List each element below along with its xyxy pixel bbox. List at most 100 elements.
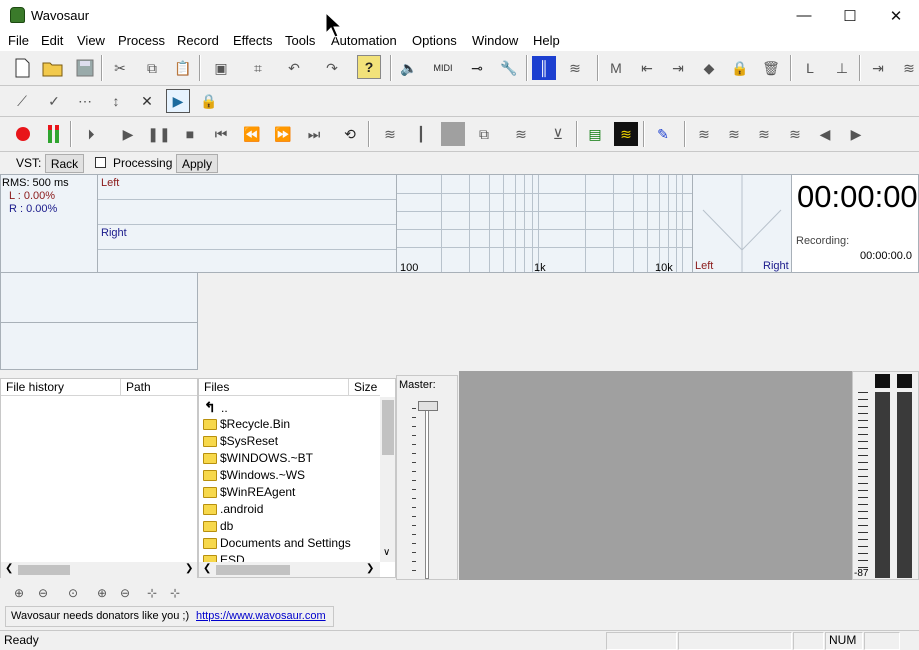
play-icon[interactable]: ▶ xyxy=(116,122,140,146)
check-icon[interactable]: ✓ xyxy=(42,89,66,113)
path-column[interactable]: Path xyxy=(121,379,197,396)
file-item[interactable]: $SysReset xyxy=(220,434,278,448)
donate-link[interactable]: https://www.wavosaur.com xyxy=(196,610,326,622)
file-history-column[interactable]: File history xyxy=(1,379,121,396)
silence-icon[interactable] xyxy=(441,122,465,146)
file-item[interactable]: $Windows.~WS xyxy=(220,468,305,482)
cut-icon[interactable]: ✂ xyxy=(108,56,132,80)
automation-lock-icon[interactable]: 🔒 xyxy=(197,89,221,113)
copy-region-icon[interactable]: ⧉ xyxy=(472,122,496,146)
undo-icon[interactable]: ↶ xyxy=(282,56,306,80)
record-button[interactable] xyxy=(11,122,35,146)
go-end-icon[interactable]: ⏭ xyxy=(302,122,326,146)
threshold-icon[interactable]: ⊻ xyxy=(546,122,570,146)
menu-view[interactable]: View xyxy=(77,33,105,48)
fade-in-icon[interactable]: ◀ xyxy=(813,122,837,146)
wrench-icon[interactable]: 🔧 xyxy=(497,56,521,80)
open-folder-icon[interactable] xyxy=(41,56,65,80)
marker-icon[interactable]: M xyxy=(604,56,628,80)
menu-options[interactable]: Options xyxy=(412,33,457,48)
midi-icon[interactable]: MIDI xyxy=(431,56,455,80)
files-hscroll[interactable]: ❮ ❯ xyxy=(199,562,380,577)
waveform-yellow-icon[interactable]: ≋ xyxy=(614,122,638,146)
up-folder-item[interactable]: .. xyxy=(221,401,228,415)
copy-icon[interactable]: ⧉ xyxy=(140,56,164,80)
zoom-fit-icon[interactable]: ⊙ xyxy=(61,581,85,605)
pause-icon[interactable]: ❚❚ xyxy=(147,122,171,146)
crop-icon[interactable]: ⌗ xyxy=(246,56,270,80)
menu-tools[interactable]: Tools xyxy=(285,33,315,48)
history-hscroll[interactable]: ❮ ❯ xyxy=(1,562,197,578)
size-column[interactable]: Size xyxy=(349,379,380,396)
menu-effects[interactable]: Effects xyxy=(233,33,273,48)
stop-icon[interactable]: ■ xyxy=(178,122,202,146)
fx-wave-2-icon[interactable]: ≋ xyxy=(722,122,746,146)
waveform-more-icon[interactable]: ≋ xyxy=(897,56,919,80)
waveform-blue-icon[interactable]: ║ xyxy=(532,56,556,80)
trash-icon[interactable]: 🗑 xyxy=(759,56,783,80)
file-item[interactable]: $WINDOWS.~BT xyxy=(220,451,313,465)
rewind-icon[interactable]: ⏪ xyxy=(240,122,264,146)
prev-marker-icon[interactable]: ⇤ xyxy=(635,56,659,80)
menu-help[interactable]: Help xyxy=(533,33,560,48)
file-item[interactable]: $Recycle.Bin xyxy=(220,417,290,431)
redo-icon[interactable]: ↷ xyxy=(320,56,344,80)
menu-edit[interactable]: Edit xyxy=(41,33,63,48)
mdi-workspace[interactable] xyxy=(459,371,852,580)
vertical-arrows-icon[interactable]: ↕ xyxy=(104,89,128,113)
goto-icon[interactable]: ⇥ xyxy=(866,56,890,80)
apply-button[interactable]: Apply xyxy=(176,154,218,173)
speaker-icon[interactable]: 🔈 xyxy=(397,56,421,80)
loop-start-icon[interactable]: L xyxy=(798,56,822,80)
go-start-icon[interactable]: ⏮ xyxy=(209,122,233,146)
waveform-gray-icon[interactable]: ≋ xyxy=(563,56,587,80)
zoom-selection-icon[interactable]: ⊕ xyxy=(90,581,114,605)
fx-wave-1-icon[interactable]: ≋ xyxy=(692,122,716,146)
analyzer-icon[interactable]: ▤ xyxy=(583,122,607,146)
paste-icon[interactable]: 📋 xyxy=(171,56,195,80)
files-vscroll[interactable]: ∨ xyxy=(380,397,395,562)
close-button[interactable]: ✕ xyxy=(873,0,919,31)
save-icon[interactable] xyxy=(73,56,97,80)
routing-icon[interactable]: ⊸ xyxy=(465,56,489,80)
help-icon[interactable]: ? xyxy=(357,55,381,79)
automation-select-icon[interactable]: ▶ xyxy=(166,89,190,113)
zoom-out-icon[interactable]: ⊖ xyxy=(31,581,55,605)
new-file-icon[interactable] xyxy=(10,56,34,80)
file-item[interactable]: $WinREAgent xyxy=(220,485,295,499)
rack-button[interactable]: Rack xyxy=(45,154,84,173)
wave-icon[interactable]: ≋ xyxy=(509,122,533,146)
loop-end-icon[interactable]: ⊥ xyxy=(830,56,854,80)
region-icon[interactable]: ◆ xyxy=(697,56,721,80)
file-item[interactable]: db xyxy=(220,519,233,533)
spectrum-icon[interactable]: ┃ xyxy=(409,122,433,146)
zoom-in-icon[interactable]: ⊕ xyxy=(7,581,31,605)
zoom-h-out-icon[interactable]: ⊹ xyxy=(163,581,187,605)
zoom-h-in-icon[interactable]: ⊹ xyxy=(140,581,164,605)
master-fader-track[interactable] xyxy=(425,404,429,579)
play-from-start-icon[interactable]: ⏵ xyxy=(79,122,103,146)
master-fader-handle[interactable] xyxy=(418,401,438,411)
menu-file[interactable]: File xyxy=(8,33,29,48)
menu-window[interactable]: Window xyxy=(472,33,518,48)
delete-x-icon[interactable]: ✕ xyxy=(135,89,159,113)
fx-wave-3-icon[interactable]: ≋ xyxy=(752,122,776,146)
menu-record[interactable]: Record xyxy=(177,33,219,48)
zoom-vertical-icon[interactable]: ⊖ xyxy=(113,581,137,605)
paste-new-icon[interactable]: ▣ xyxy=(209,56,233,80)
processing-checkbox[interactable] xyxy=(95,157,106,168)
level-meter-icon[interactable] xyxy=(42,122,66,146)
fast-forward-icon[interactable]: ⏩ xyxy=(271,122,295,146)
files-column[interactable]: Files xyxy=(199,379,349,396)
fx-wave-4-icon[interactable]: ≋ xyxy=(783,122,807,146)
fade-out-icon[interactable]: ▶ xyxy=(844,122,868,146)
file-item[interactable]: .android xyxy=(220,502,263,516)
automation-line-icon[interactable]: ⟋ xyxy=(10,89,34,113)
loop-icon[interactable]: ⟲ xyxy=(338,122,362,146)
maximize-button[interactable]: ☐ xyxy=(827,0,873,31)
normalize-icon[interactable]: ≋ xyxy=(378,122,402,146)
next-marker-icon[interactable]: ⇥ xyxy=(666,56,690,80)
menu-process[interactable]: Process xyxy=(118,33,165,48)
waveform-overview[interactable]: Left Right xyxy=(97,174,397,273)
file-item[interactable]: Documents and Settings xyxy=(220,536,351,550)
